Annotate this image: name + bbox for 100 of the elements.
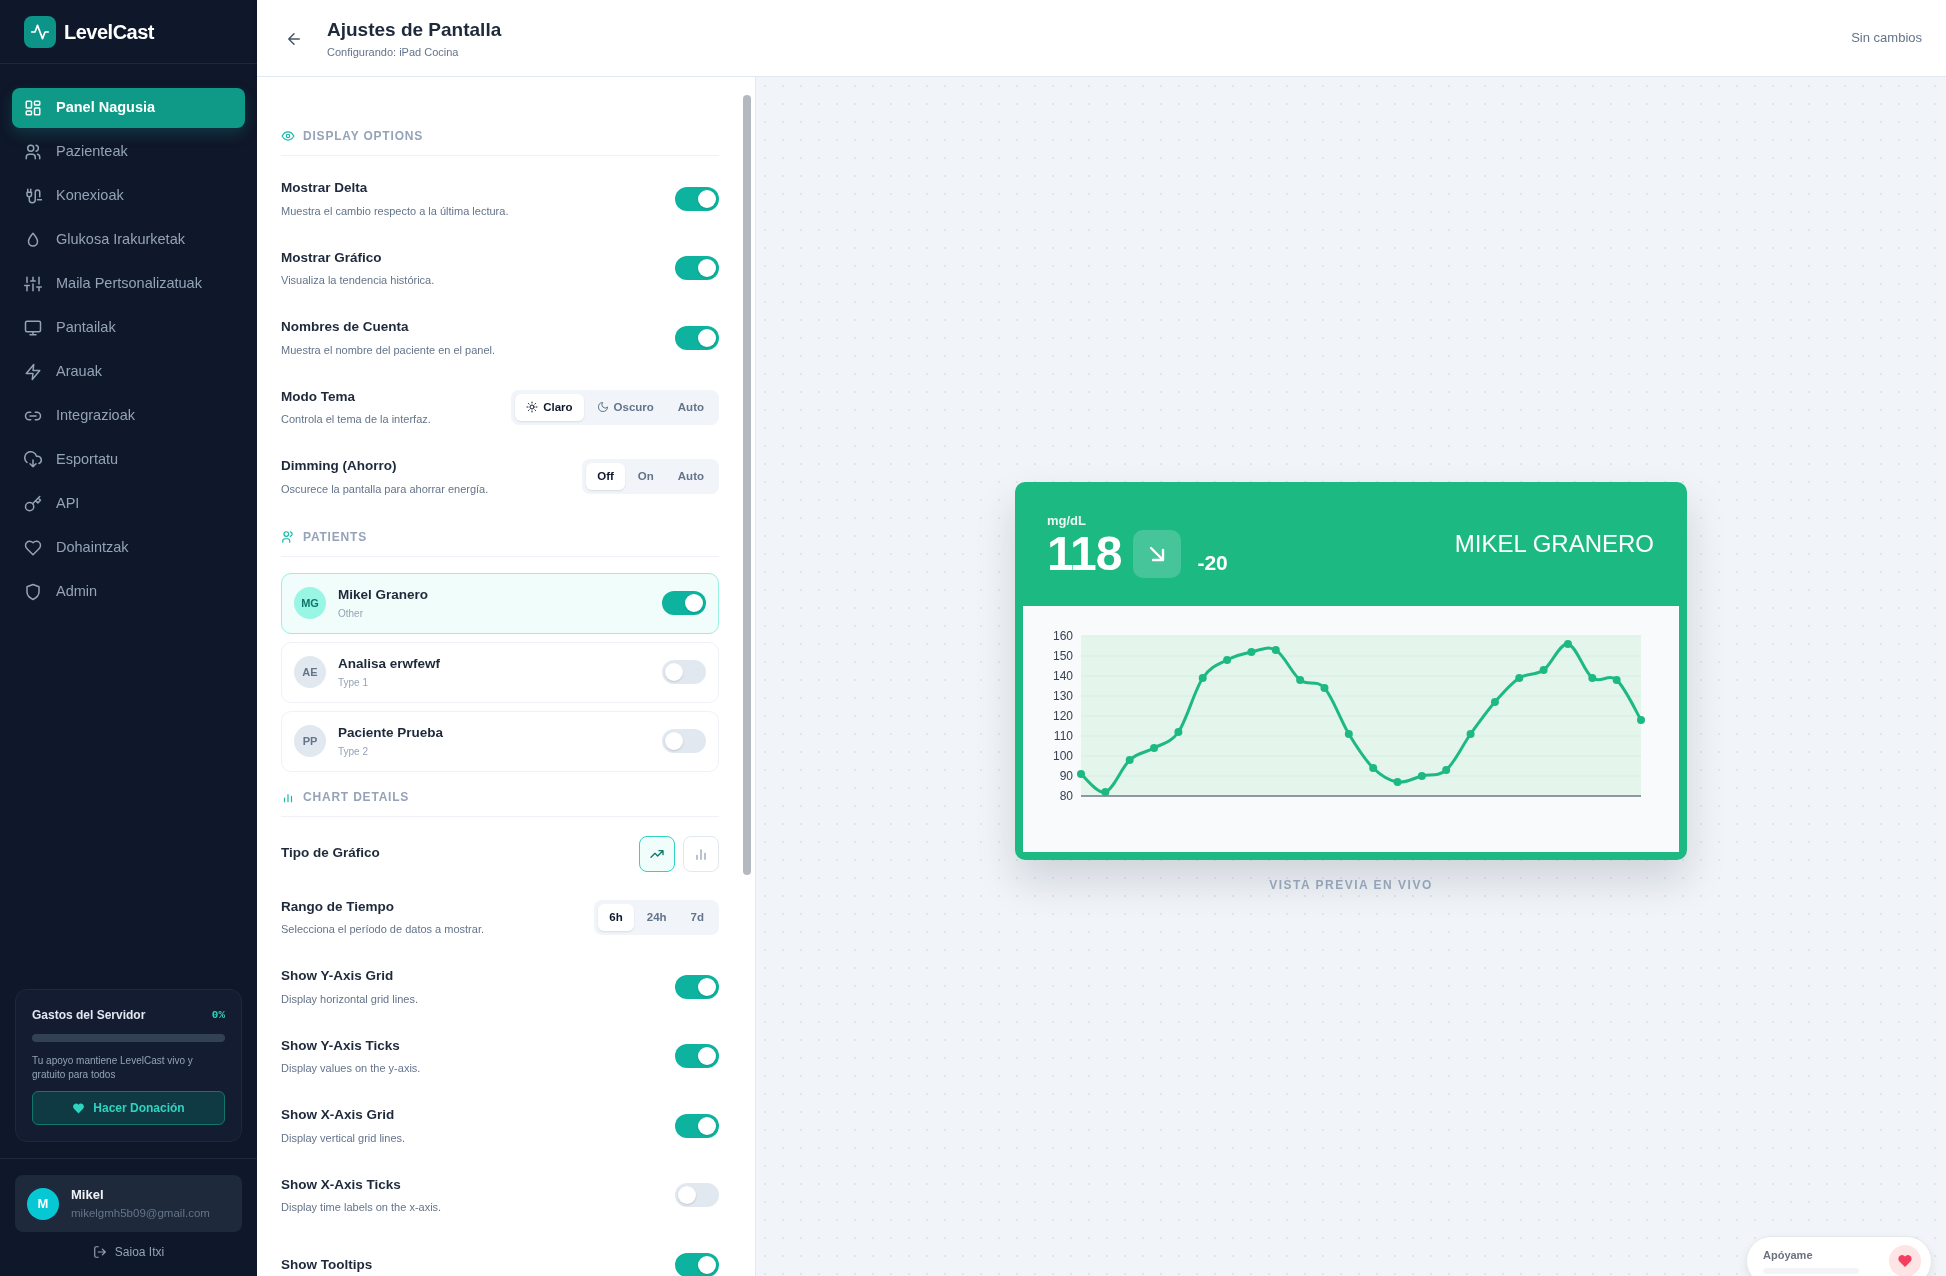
toggle-switch[interactable]: [662, 729, 706, 753]
nav-item[interactable]: Arauak: [12, 352, 245, 392]
segment-option[interactable]: 6h: [598, 903, 634, 931]
data-point: [1490, 698, 1499, 707]
logo-icon: [24, 15, 56, 48]
user-avatar: M: [27, 1187, 59, 1220]
setting-description: Visualiza la tendencia histórica.: [281, 273, 435, 289]
segment-option[interactable]: 7d: [679, 903, 715, 931]
patient-card[interactable]: AE Analisa erwfewf Type 1: [281, 641, 719, 703]
toggle-switch[interactable]: [662, 660, 706, 684]
patient-type: Type 1: [338, 675, 370, 690]
data-point: [1247, 648, 1256, 657]
data-point: [1150, 744, 1159, 753]
toggle-switch[interactable]: [675, 1044, 719, 1069]
eye-icon: [281, 129, 295, 143]
users-icon: [281, 529, 295, 544]
setting-label: Modo Tema: [281, 387, 356, 406]
toggle-switch[interactable]: [675, 1183, 719, 1208]
toggle-switch[interactable]: [675, 1252, 719, 1276]
grid-icon: [24, 99, 42, 117]
nav-item[interactable]: Admin: [12, 572, 245, 612]
donate-button[interactable]: Hacer Donación: [32, 1091, 225, 1126]
sliders-icon: [24, 275, 42, 293]
setting-description: Muestra el nombre del paciente en el panel.: [281, 342, 496, 358]
data-point: [1539, 666, 1548, 675]
setting-label: Rango de Tiempo: [281, 897, 395, 916]
nav-item[interactable]: API: [12, 484, 245, 524]
nav-item[interactable]: Konexioak: [12, 176, 245, 216]
brand-name: LevelCast: [64, 19, 154, 45]
support-widget[interactable]: Apóyame: [1746, 1235, 1932, 1276]
chart-type-button[interactable]: [639, 835, 675, 872]
data-point: [1563, 640, 1572, 649]
patient-name: Analisa erwfewf: [338, 655, 442, 674]
setting-label: Show Y-Axis Grid: [281, 967, 395, 986]
data-point: [1296, 676, 1305, 685]
setting-description: Display vertical grid lines.: [281, 1130, 406, 1146]
patient-card[interactable]: MG Mikel Granero Other: [281, 572, 719, 634]
data-point: [1125, 756, 1134, 765]
patient-name: Mikel Granero: [338, 586, 430, 605]
setting-label: Nombres de Cuenta: [281, 318, 410, 337]
y-tick-label: 160: [1052, 629, 1073, 644]
logout-button[interactable]: Saioa Itxi: [86, 1242, 171, 1262]
shield-icon: [24, 583, 42, 601]
nav-item[interactable]: Esportatu: [12, 440, 245, 480]
nav-item[interactable]: Pazienteak: [12, 132, 245, 172]
glucose-value: 118: [1047, 530, 1122, 578]
cable-icon: [24, 187, 42, 205]
data-point: [1369, 764, 1378, 773]
segment-option[interactable]: Claro: [515, 393, 584, 421]
toggle-switch[interactable]: [675, 325, 719, 350]
data-point: [1077, 770, 1085, 779]
segment-option[interactable]: Auto: [666, 393, 715, 421]
nav-item[interactable]: Integrazioak: [12, 396, 245, 436]
nav-item[interactable]: Glukosa Irakurketak: [12, 220, 245, 260]
toggle-switch[interactable]: [675, 1113, 719, 1138]
data-point: [1417, 772, 1426, 781]
toggle-switch[interactable]: [662, 591, 706, 615]
sun-icon: [526, 401, 539, 414]
nav-item[interactable]: Pantailak: [12, 308, 245, 348]
data-point: [1637, 716, 1645, 725]
y-tick-label: 150: [1052, 649, 1073, 664]
data-point: [1588, 674, 1597, 683]
patient-avatar: MG: [294, 587, 326, 619]
data-point: [1101, 788, 1110, 797]
patient-type: Type 2: [338, 744, 370, 759]
scrollbar-thumb[interactable]: [743, 95, 751, 875]
setting-label: Show X-Axis Ticks: [281, 1175, 402, 1194]
y-tick-label: 140: [1052, 669, 1073, 684]
toggle-switch[interactable]: [675, 186, 719, 211]
glucose-delta: -20: [1197, 549, 1228, 576]
segment-option[interactable]: Off: [586, 463, 625, 491]
y-tick-label: 120: [1052, 709, 1073, 724]
data-point: [1174, 728, 1183, 737]
data-point: [1271, 646, 1280, 655]
toggle-switch[interactable]: [675, 256, 719, 281]
support-message: Tu apoyo mantiene LevelCast vivo y gratuito para todos: [32, 1054, 194, 1082]
patient-name: Paciente Prueba: [338, 724, 445, 743]
toggle-switch[interactable]: [675, 974, 719, 999]
setting-label: Dimming (Ahorro): [281, 457, 398, 476]
segment-option[interactable]: On: [626, 463, 665, 491]
y-tick-label: 100: [1052, 749, 1073, 764]
segment-option[interactable]: Auto: [666, 463, 715, 491]
data-point: [1515, 674, 1524, 683]
segment-option[interactable]: 24h: [635, 903, 678, 931]
save-status: Sin cambios: [1851, 29, 1922, 48]
nav-item[interactable]: Dohaintzak: [12, 528, 245, 568]
patient-avatar: AE: [294, 656, 326, 688]
glucose-unit: mg/dL: [1047, 511, 1087, 530]
nav-item[interactable]: Panel Nagusia: [12, 88, 245, 128]
nav-item[interactable]: Maila Pertsonalizatuak: [12, 264, 245, 304]
patient-card[interactable]: PP Paciente Prueba Type 2: [281, 710, 719, 772]
patient-name: MIKEL GRANERO: [1454, 529, 1654, 560]
data-point: [1612, 676, 1621, 685]
monitor-icon: [24, 319, 42, 337]
segment-option[interactable]: Oscuro: [585, 393, 665, 421]
lightning-icon: [24, 363, 42, 381]
user-card[interactable]: M Mikel mikelgmh5b09@gmail.com: [15, 1175, 242, 1232]
data-point: [1393, 778, 1402, 787]
setting-label: Tipo de Gráfico: [281, 844, 380, 863]
support-label: Apóyame: [1763, 1247, 1814, 1263]
